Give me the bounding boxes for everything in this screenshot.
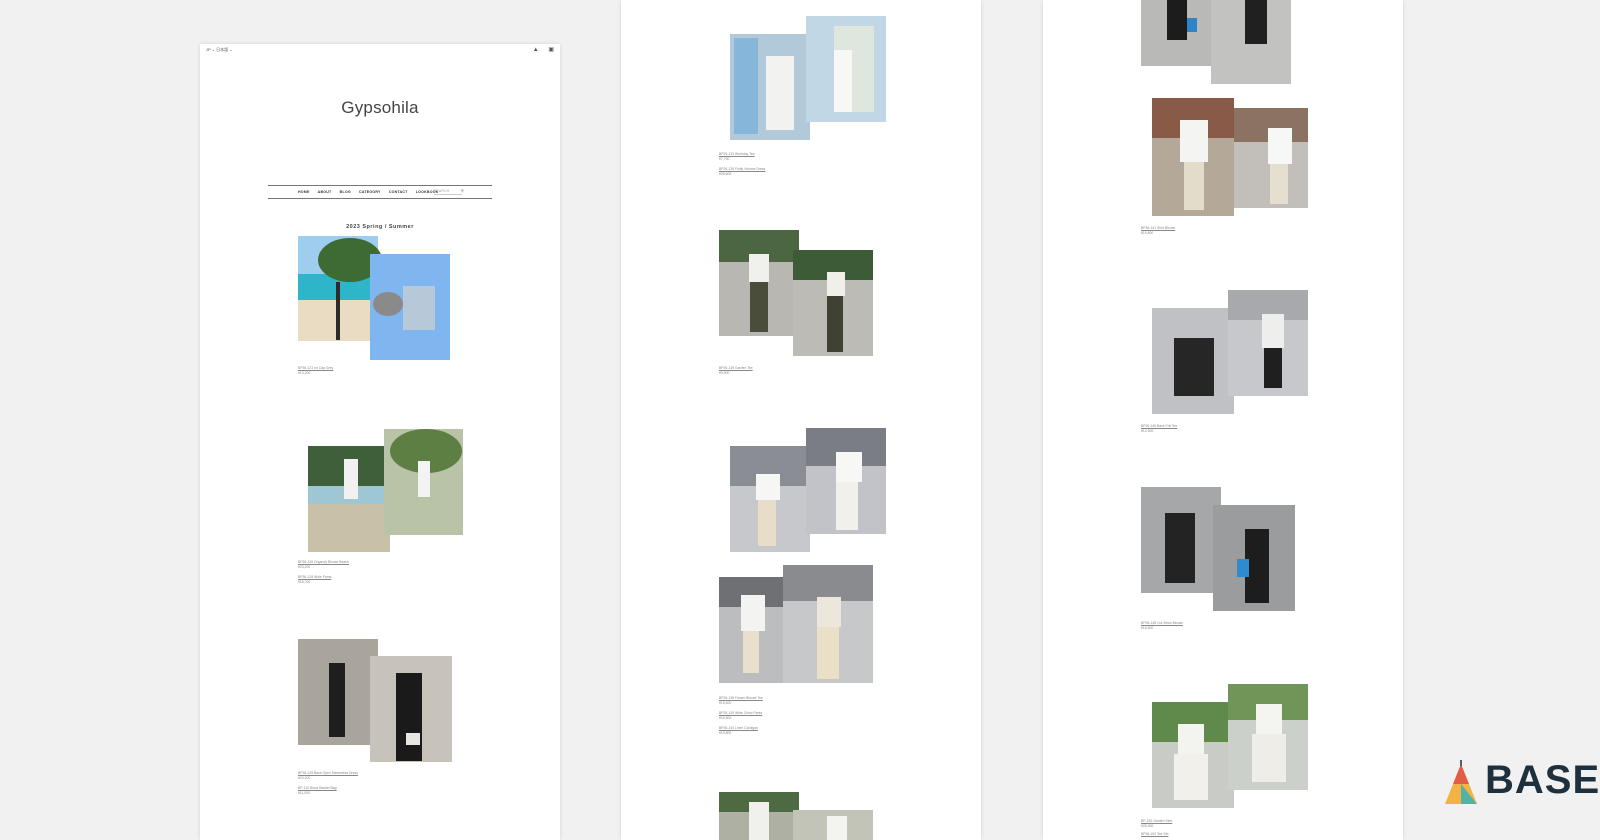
look-caption[interactable]: BP26-145 Back Frill Tee ¥14,300 <box>1141 424 1177 434</box>
look-photo-back-frill[interactable] <box>1152 290 1308 415</box>
shop-page-top: JP ⌄ 日本語 ⌄ ▲ ▣ Gypsohila HOME ABOUT BLOG… <box>200 44 560 840</box>
look-photo-top-cropped[interactable] <box>1141 0 1297 84</box>
look-photo-chino-pants[interactable] <box>719 565 875 685</box>
look-photo-black-dress[interactable] <box>298 639 453 763</box>
shop-logo[interactable]: Gypsohila <box>200 98 560 118</box>
look-photo-cut-sewn[interactable] <box>1141 487 1297 612</box>
season-heading: 2023 Spring / Summer <box>346 224 414 230</box>
look-caption[interactable]: BP36-129 Back Open Sleeveless Dress ¥24,… <box>298 771 358 796</box>
nav-home[interactable]: HOME <box>298 190 310 194</box>
look-caption[interactable]: BP26-133 Workday Tee ¥7,700 BP26-135 Flu… <box>719 152 765 177</box>
look-caption[interactable]: BP36-126 Organdy Blouse Beach ¥23,100 BP… <box>298 560 349 585</box>
language-selector[interactable]: JP ⌄ 日本語 ⌄ <box>206 47 233 53</box>
look-photo-garden-tee[interactable] <box>719 230 875 357</box>
cart-icon[interactable]: ▣ <box>548 47 554 53</box>
tent-logo-icon <box>1445 760 1477 804</box>
nav-category[interactable]: CATEGORY <box>359 190 381 194</box>
look-photo-beach-hat[interactable] <box>298 236 453 361</box>
search-input[interactable]: SEARCH ⚲ <box>434 188 464 195</box>
shop-page-bottom: BP36-141 Shirt Blouse ¥19,800 BP26-145 B… <box>1043 0 1403 840</box>
look-caption[interactable]: BP26-138 Flower Blouse Tee ¥15,400 BP26-… <box>719 696 763 736</box>
look-photo-blue-door[interactable] <box>730 16 886 140</box>
nav-blog[interactable]: BLOG <box>340 190 351 194</box>
look-caption[interactable]: BP26-136 Garden Tee ¥9,900 <box>719 366 753 376</box>
search-icon[interactable]: ⚲ <box>461 188 464 193</box>
shop-page-middle: BP26-133 Workday Tee ¥7,700 BP26-135 Flu… <box>621 0 981 840</box>
user-icon[interactable]: ▲ <box>533 47 539 53</box>
global-nav: HOME ABOUT BLOG CATEGORY CONTACT LOOKBOO… <box>268 185 492 199</box>
base-logo-badge: BASE <box>1441 758 1599 808</box>
look-photo-shirt-blouse[interactable] <box>1152 98 1308 216</box>
look-photo-beach-blouse[interactable] <box>308 429 463 553</box>
look-caption[interactable]: BP-150 Garden Skirt ¥25,300 BP36-152 Tee… <box>1141 819 1172 837</box>
look-caption[interactable]: BP36-141 Shirt Blouse ¥19,800 <box>1141 226 1175 236</box>
look-photo-garden-skirt[interactable] <box>1152 684 1308 810</box>
base-logo-text: BASE <box>1485 758 1600 802</box>
nav-contact[interactable]: CONTACT <box>389 190 408 194</box>
look-caption[interactable]: BP26-148 Cut Sewn Blouse ¥16,500 <box>1141 621 1183 631</box>
look-photo-square-blouse[interactable] <box>730 428 886 552</box>
look-caption[interactable]: BP36-123 Int Cap Grey ¥13,200 <box>298 366 333 376</box>
topbar: JP ⌄ 日本語 ⌄ ▲ ▣ <box>200 44 560 56</box>
nav-about[interactable]: ABOUT <box>318 190 332 194</box>
look-photo-cropped[interactable] <box>719 792 875 840</box>
